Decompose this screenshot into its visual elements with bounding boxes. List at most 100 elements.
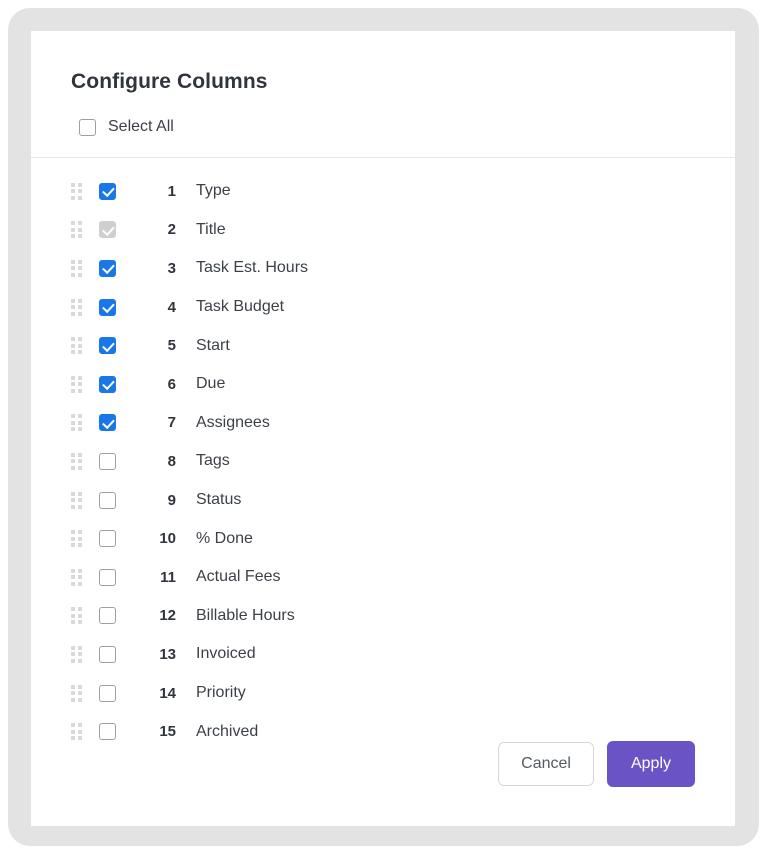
apply-button[interactable]: Apply xyxy=(606,741,695,787)
row-checkbox-cell xyxy=(99,530,116,548)
row-index: 8 xyxy=(167,452,176,470)
row-checkbox-cell xyxy=(99,452,116,470)
row-index: 13 xyxy=(159,645,176,663)
cancel-button[interactable]: Cancel xyxy=(498,742,594,786)
table-row[interactable]: 11 Actual Fees xyxy=(71,558,695,597)
column-checkbox-icon[interactable] xyxy=(99,684,116,702)
row-checkbox-cell xyxy=(99,298,116,316)
row-checkbox-cell xyxy=(99,414,116,432)
row-index: 1 xyxy=(167,182,176,200)
row-label: Tags xyxy=(196,452,230,470)
row-label: Start xyxy=(196,336,230,354)
row-index: 11 xyxy=(160,568,176,586)
row-index: 15 xyxy=(159,723,176,741)
drag-handle-icon[interactable] xyxy=(71,684,85,702)
row-label: Assignees xyxy=(196,413,270,431)
select-all-label: Select All xyxy=(108,118,174,135)
row-label: Task Budget xyxy=(196,298,285,316)
row-label: % Done xyxy=(196,529,253,547)
table-row[interactable]: 15 Archived xyxy=(71,712,695,741)
row-label: Invoiced xyxy=(196,645,256,663)
dialog-header: Configure Columns Select All xyxy=(31,31,735,158)
row-checkbox-cell xyxy=(99,607,116,625)
row-index: 3 xyxy=(167,259,176,277)
drag-handle-icon[interactable] xyxy=(71,452,85,470)
row-index: 2 xyxy=(167,221,176,239)
column-checkbox-icon[interactable] xyxy=(99,491,116,509)
column-checkbox-icon[interactable] xyxy=(99,375,116,393)
row-checkbox-cell xyxy=(99,684,116,702)
column-checkbox-icon[interactable] xyxy=(99,414,116,432)
column-checkbox-icon[interactable] xyxy=(99,607,116,625)
column-checkbox-icon[interactable] xyxy=(99,530,116,548)
table-row[interactable]: 4 Task Budget xyxy=(71,288,695,327)
row-checkbox-cell xyxy=(99,723,116,741)
row-label: Actual Fees xyxy=(196,568,281,586)
row-label: Archived xyxy=(196,722,259,740)
drag-handle-icon[interactable] xyxy=(71,298,85,316)
row-checkbox-cell xyxy=(99,375,116,393)
table-row[interactable]: 12 Billable Hours xyxy=(71,597,695,636)
drag-handle-icon[interactable] xyxy=(71,568,85,586)
row-index: 10 xyxy=(159,530,176,548)
row-index: 12 xyxy=(159,607,176,625)
column-checkbox-icon[interactable] xyxy=(99,568,116,586)
row-index: 5 xyxy=(167,337,176,355)
row-index: 14 xyxy=(159,684,176,702)
row-checkbox-cell xyxy=(99,259,116,277)
table-row[interactable]: 2 Title xyxy=(71,211,695,250)
row-label: Task Est. Hours xyxy=(196,259,309,277)
select-all-checkbox-icon[interactable] xyxy=(79,118,96,136)
drag-handle-icon[interactable] xyxy=(71,259,85,277)
row-label: Priority xyxy=(196,684,246,702)
table-row[interactable]: 8 Tags xyxy=(71,442,695,481)
dialog-footer: Cancel Apply xyxy=(31,741,735,826)
drag-handle-icon[interactable] xyxy=(71,645,85,663)
row-label: Status xyxy=(196,491,242,509)
select-all-row[interactable]: Select All xyxy=(71,117,174,137)
column-checkbox-icon[interactable] xyxy=(99,259,116,277)
column-list: 1 Type 2 Title 3 Task Est. Hours 4 Task Budget 5… xyxy=(31,158,735,741)
row-label: Billable Hours xyxy=(196,606,295,624)
drag-handle-icon[interactable] xyxy=(71,375,85,393)
column-checkbox-icon[interactable] xyxy=(99,452,116,470)
table-row[interactable]: 9 Status xyxy=(71,481,695,520)
row-checkbox-cell xyxy=(99,337,116,355)
table-row[interactable]: 6 Due xyxy=(71,365,695,404)
row-index: 9 xyxy=(167,491,176,509)
row-index: 7 xyxy=(167,414,176,432)
row-checkbox-cell xyxy=(99,645,116,663)
drag-handle-icon[interactable] xyxy=(71,607,85,625)
row-label: Type xyxy=(196,182,231,200)
drag-handle-icon[interactable] xyxy=(71,530,85,548)
row-checkbox-cell xyxy=(99,568,116,586)
row-label: Title xyxy=(196,220,226,238)
column-checkbox-icon[interactable] xyxy=(99,298,116,316)
table-row[interactable]: 3 Task Est. Hours xyxy=(71,249,695,288)
row-checkbox-cell xyxy=(99,182,116,200)
row-index: 6 xyxy=(167,375,176,393)
table-row[interactable]: 5 Start xyxy=(71,326,695,365)
page-title: Configure Columns xyxy=(71,70,268,93)
drag-handle-icon[interactable] xyxy=(71,221,85,239)
drag-handle-icon[interactable] xyxy=(71,182,85,200)
drag-handle-icon[interactable] xyxy=(71,723,85,741)
table-row[interactable]: 10 % Done xyxy=(71,519,695,558)
configure-columns-dialog: Configure Columns Select All 1 Type 2 Title… xyxy=(31,31,735,826)
row-label: Due xyxy=(196,375,226,393)
column-checkbox-icon[interactable] xyxy=(99,337,116,355)
column-checkbox-icon[interactable] xyxy=(99,182,116,200)
column-checkbox-icon xyxy=(99,221,116,239)
table-row[interactable]: 13 Invoiced xyxy=(71,635,695,674)
drag-handle-icon[interactable] xyxy=(71,337,85,355)
row-checkbox-cell xyxy=(99,491,116,509)
drag-handle-icon[interactable] xyxy=(71,491,85,509)
column-checkbox-icon[interactable] xyxy=(99,723,116,741)
row-checkbox-cell xyxy=(99,221,116,239)
table-row[interactable]: 7 Assignees xyxy=(71,404,695,443)
drag-handle-icon[interactable] xyxy=(71,414,85,432)
column-checkbox-icon[interactable] xyxy=(99,645,116,663)
table-row[interactable]: 1 Type xyxy=(71,172,695,211)
table-row[interactable]: 14 Priority xyxy=(71,674,695,713)
row-index: 4 xyxy=(167,298,176,316)
